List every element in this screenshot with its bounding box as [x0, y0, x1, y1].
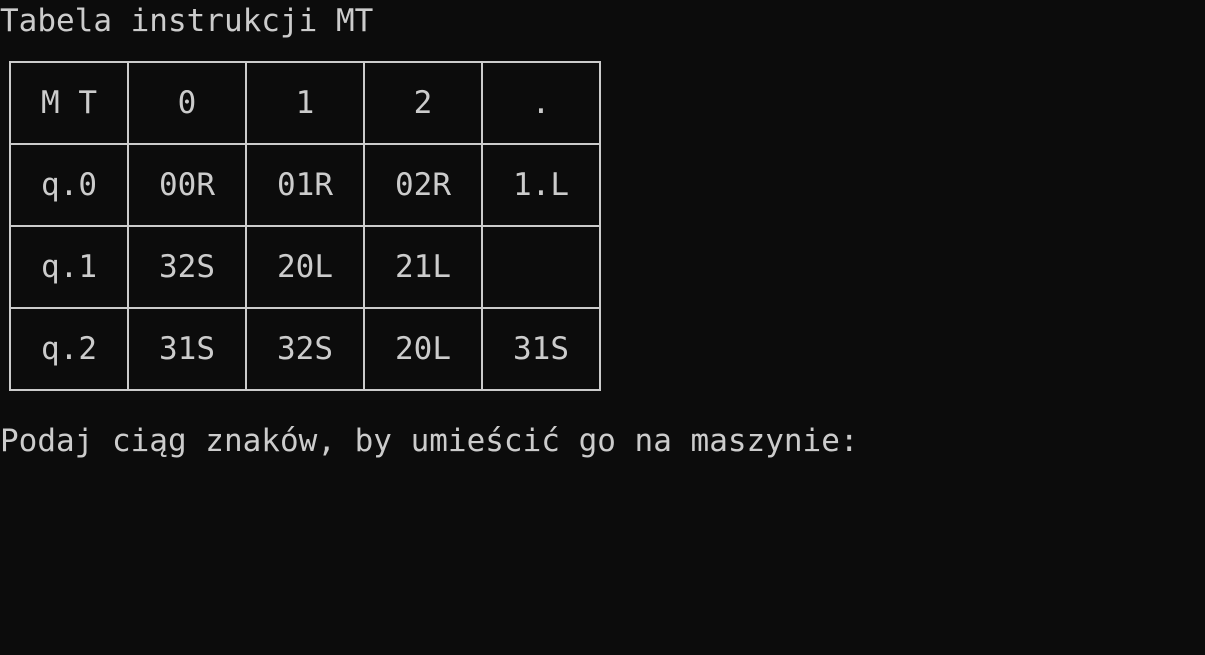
header-corner-cell: M T: [9, 61, 129, 145]
instruction-cell: 31S: [481, 307, 601, 391]
table-row: q.0 00R 01R 02R 1.L: [9, 143, 601, 227]
header-symbol-dot: .: [481, 61, 601, 145]
console-input-area[interactable]: [918, 420, 922, 462]
header-symbol-2: 2: [363, 61, 483, 145]
state-cell: q.1: [9, 225, 129, 309]
instruction-table: M T 0 1 2 . q.0 00R 01R 02R 1.L q.1 32S …: [9, 61, 601, 391]
instruction-cell: 02R: [363, 143, 483, 227]
table-row: q.2 31S 32S 20L 31S: [9, 307, 601, 391]
instruction-cell: 01R: [245, 143, 365, 227]
input-prompt: Podaj ciąg znaków, by umieścić go na mas…: [0, 423, 859, 459]
table-header-row: M T 0 1 2 .: [9, 61, 601, 145]
instruction-cell: 20L: [245, 225, 365, 309]
header-symbol-0: 0: [127, 61, 247, 145]
instruction-cell: 32S: [245, 307, 365, 391]
instruction-cell: 32S: [127, 225, 247, 309]
state-cell: q.0: [9, 143, 129, 227]
instruction-cell: 00R: [127, 143, 247, 227]
instruction-cell: 21L: [363, 225, 483, 309]
state-cell: q.2: [9, 307, 129, 391]
instruction-cell: [481, 225, 601, 309]
table-row: q.1 32S 20L 21L: [9, 225, 601, 309]
header-symbol-1: 1: [245, 61, 365, 145]
instruction-cell: 20L: [363, 307, 483, 391]
instruction-cell: 1.L: [481, 143, 601, 227]
instruction-cell: 31S: [127, 307, 247, 391]
console-window: Tabela instrukcji MT M T 0 1 2 . q.0 00R…: [0, 0, 1205, 655]
table-title: Tabela instrukcji MT: [0, 3, 374, 39]
